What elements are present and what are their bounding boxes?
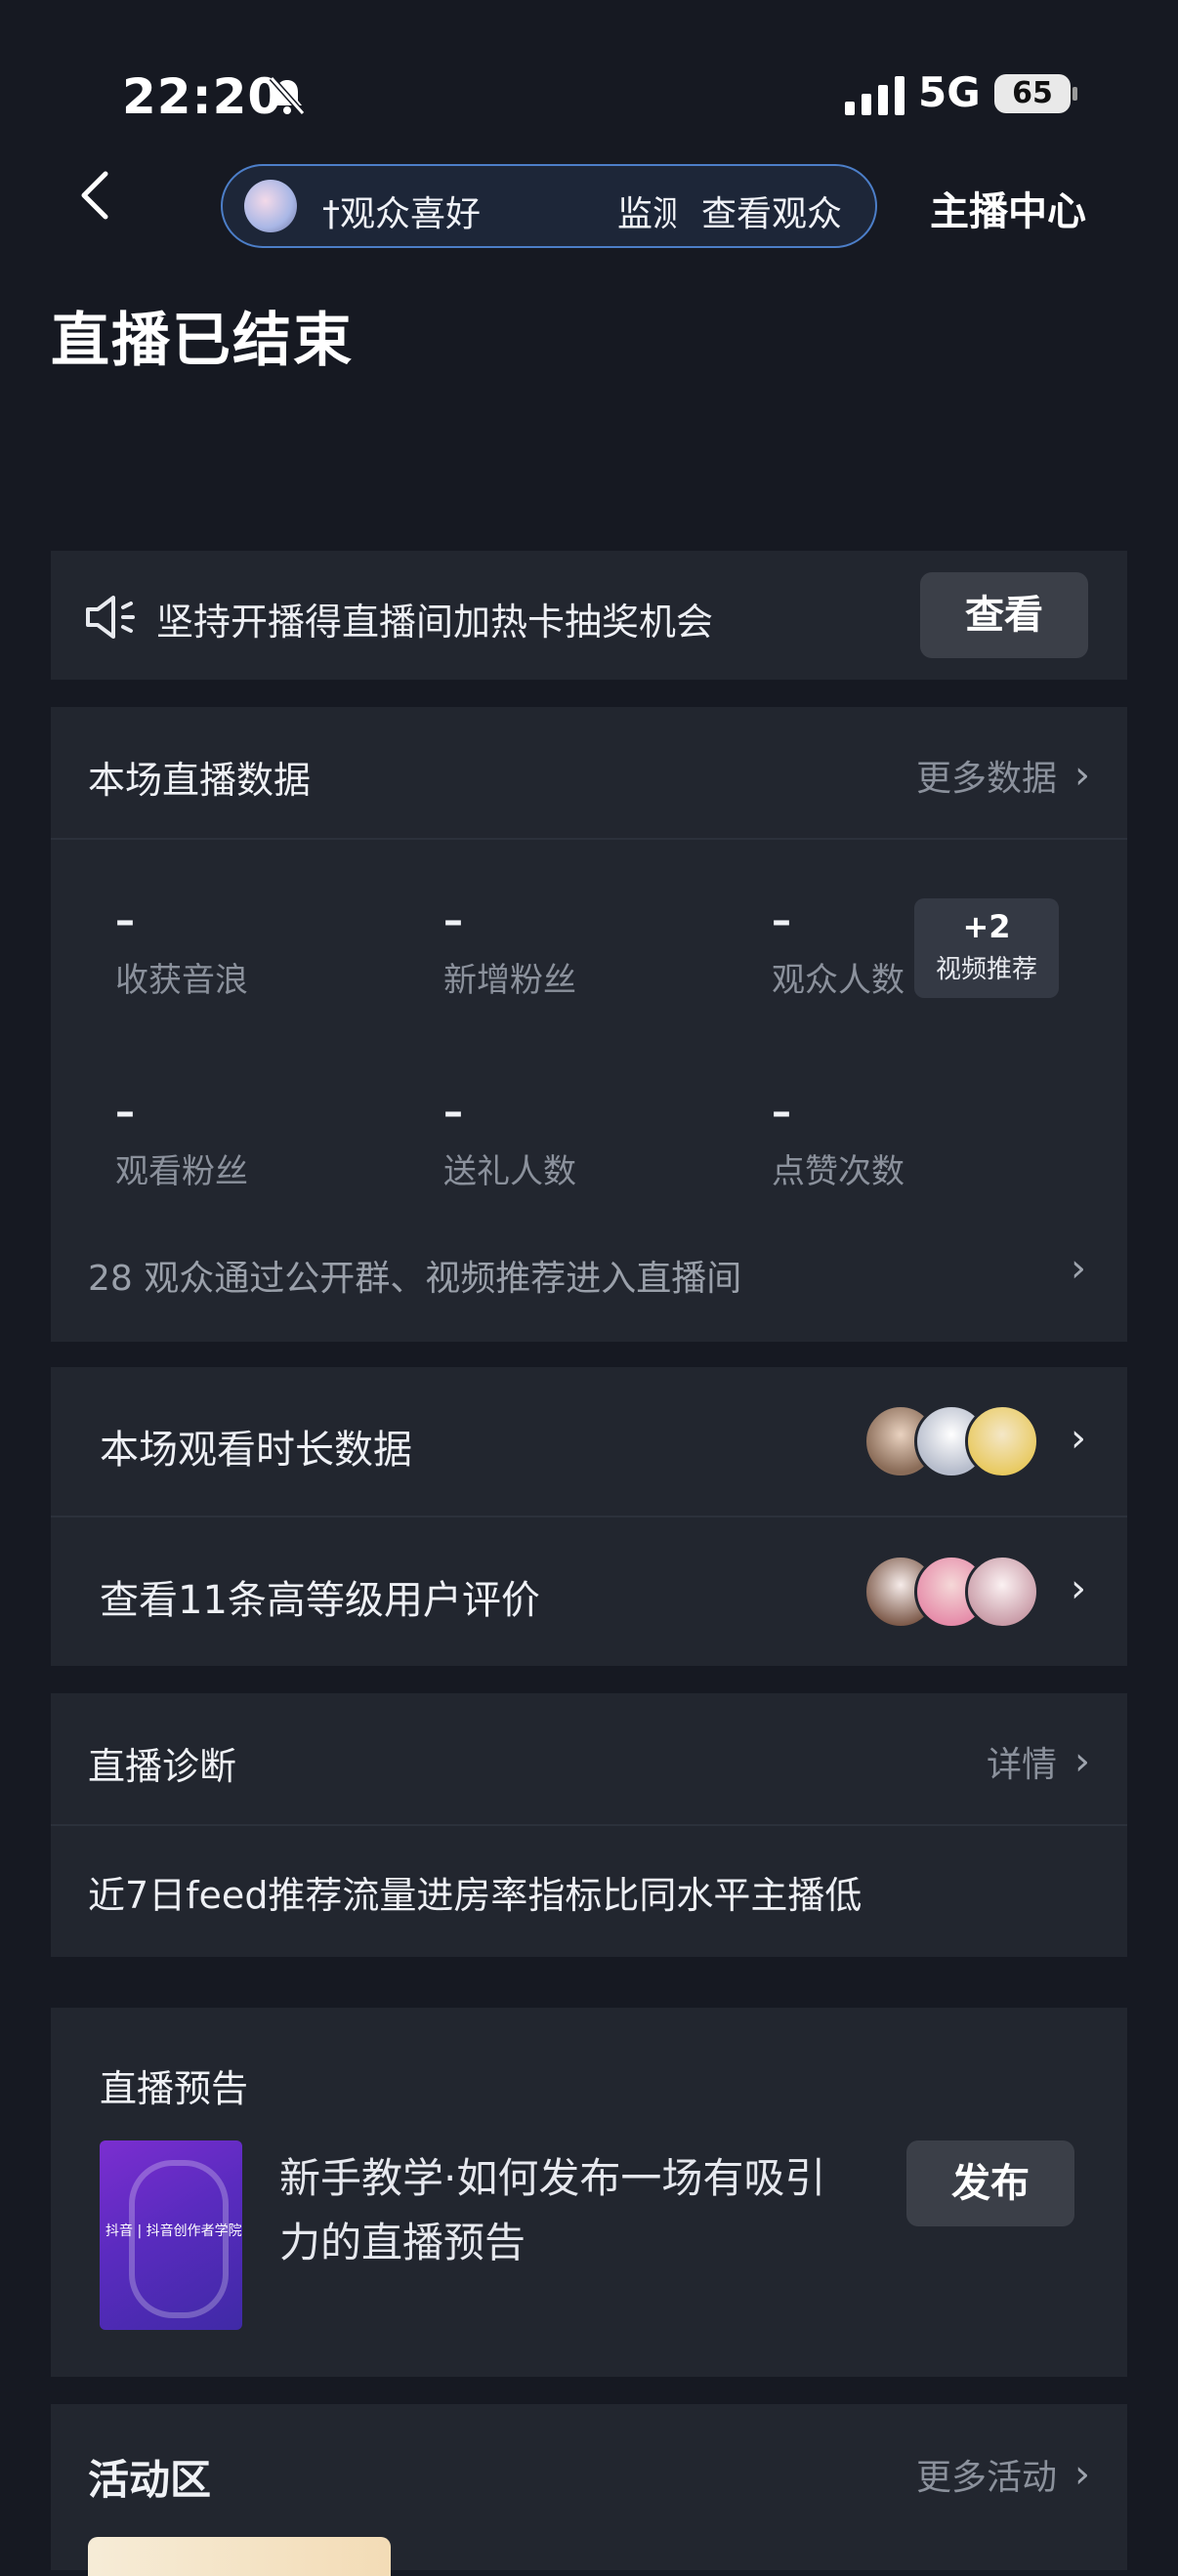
battery-indicator: 65 (994, 74, 1071, 113)
stat-label: 收获音浪 (115, 961, 248, 1000)
detail-rows-card: 本场观看时长数据 › 查看11条高等级用户评价 › (51, 1367, 1127, 1666)
back-arrow-icon[interactable] (76, 168, 115, 223)
badge-count: +2 (962, 908, 1011, 945)
bell-muted-icon (269, 76, 306, 115)
stat-new-fans: – 新增粉丝 (443, 898, 576, 1001)
pill-text-monitor: 监测 (617, 194, 678, 234)
stat-label: 观众人数 (772, 961, 905, 1000)
stat-gifters: – 送礼人数 (443, 1090, 576, 1192)
avatar (965, 1404, 1039, 1478)
stat-label: 观看粉丝 (115, 1152, 248, 1191)
audience-insight-pill[interactable]: †观众喜好 监测 查看观众 (221, 164, 877, 248)
entry-source-line[interactable]: 28 观众通过公开群、视频推荐进入直播间 (88, 1250, 741, 1301)
stat-value: – (115, 1090, 135, 1135)
activity-title: 活动区 (88, 2456, 212, 2504)
battery-tip (1073, 87, 1077, 101)
live-preview-card: 直播预告 抖音 | 抖音创作者学院 新手教学·如何发布一场有吸引力的直播预告 发… (51, 2008, 1127, 2377)
stat-value: – (772, 1090, 791, 1135)
chevron-right-icon: › (1074, 2452, 1090, 2497)
pill-text-audience-preference: †观众喜好 (322, 194, 482, 234)
stat-viewers: – 观众人数 (772, 898, 905, 1001)
stat-value: – (772, 898, 791, 943)
signal-icon (845, 76, 905, 115)
more-data-label: 更多数据 (915, 759, 1057, 799)
chevron-right-icon: › (1071, 1416, 1086, 1461)
divider (51, 838, 1127, 840)
video-recommend-badge[interactable]: +2 视频推荐 (914, 898, 1059, 998)
stat-income: – 收获音浪 (115, 898, 248, 1001)
stat-value: – (443, 1090, 463, 1135)
speaker-icon (86, 596, 135, 639)
details-label: 详情 (986, 1745, 1057, 1785)
stat-value: – (115, 898, 135, 943)
page-title: 直播已结束 (51, 307, 354, 375)
view-button[interactable]: 查看 (920, 572, 1088, 658)
stat-likes: – 点赞次数 (772, 1090, 905, 1192)
anchor-center-link[interactable]: 主播中心 (930, 180, 1086, 236)
more-data-link[interactable]: 更多数据 › (916, 750, 1090, 801)
live-data-title: 本场直播数据 (88, 759, 312, 802)
diagnosis-details-link[interactable]: 详情 › (987, 1736, 1090, 1787)
thumbnail-caption: 抖音 | 抖音创作者学院 (105, 2223, 242, 2239)
stat-label: 点赞次数 (772, 1152, 905, 1191)
tutorial-thumbnail[interactable]: 抖音 | 抖音创作者学院 (100, 2140, 242, 2330)
watch-duration-row[interactable]: 本场观看时长数据 › (51, 1367, 1127, 1516)
chevron-right-icon: › (1071, 1246, 1086, 1291)
activity-card: 活动区 更多活动 › (51, 2404, 1127, 2576)
publish-button[interactable]: 发布 (906, 2140, 1074, 2226)
preview-title: 直播预告 (100, 2067, 249, 2110)
more-activities-label: 更多活动 (915, 2458, 1057, 2498)
network-type: 5G (918, 68, 981, 116)
chevron-right-icon: › (1074, 753, 1090, 798)
pill-text-view-audience: 查看观众 (701, 194, 843, 234)
more-activities-link[interactable]: 更多活动 › (916, 2449, 1090, 2500)
stat-label: 新增粉丝 (443, 961, 576, 1000)
diagnosis-content: 近7日feed推荐流量进房率指标比同水平主播低 (88, 1874, 862, 1917)
avatar (965, 1555, 1039, 1629)
notice-text: 坚持开播得直播间加热卡抽奖机会 (156, 601, 714, 644)
diagnosis-title: 直播诊断 (88, 1745, 237, 1788)
status-time: 22:20 (122, 68, 283, 125)
chevron-right-icon: › (1071, 1566, 1086, 1611)
chevron-right-icon: › (1074, 1739, 1090, 1784)
badge-label: 视频推荐 (935, 955, 1037, 984)
stat-watching-fans: – 观看粉丝 (115, 1090, 248, 1192)
divider (51, 1824, 1127, 1826)
activity-banner[interactable] (88, 2537, 391, 2576)
user-reviews-row[interactable]: 查看11条高等级用户评价 › (51, 1517, 1127, 1666)
diagnosis-card: 直播诊断 详情 › 近7日feed推荐流量进房率指标比同水平主播低 (51, 1693, 1127, 1957)
row-label: 本场观看时长数据 (100, 1428, 412, 1473)
row-label: 查看11条高等级用户评价 (100, 1578, 540, 1623)
live-data-card: 本场直播数据 更多数据 › – 收获音浪 – 新增粉丝 – 观众人数 +2 视频… (51, 707, 1127, 1342)
notice-banner: 坚持开播得直播间加热卡抽奖机会 查看 (51, 551, 1127, 680)
avatar (244, 180, 297, 232)
preview-description[interactable]: 新手教学·如何发布一场有吸引力的直播预告 (279, 2146, 865, 2275)
stat-label: 送礼人数 (443, 1152, 576, 1191)
stat-value: – (443, 898, 463, 943)
